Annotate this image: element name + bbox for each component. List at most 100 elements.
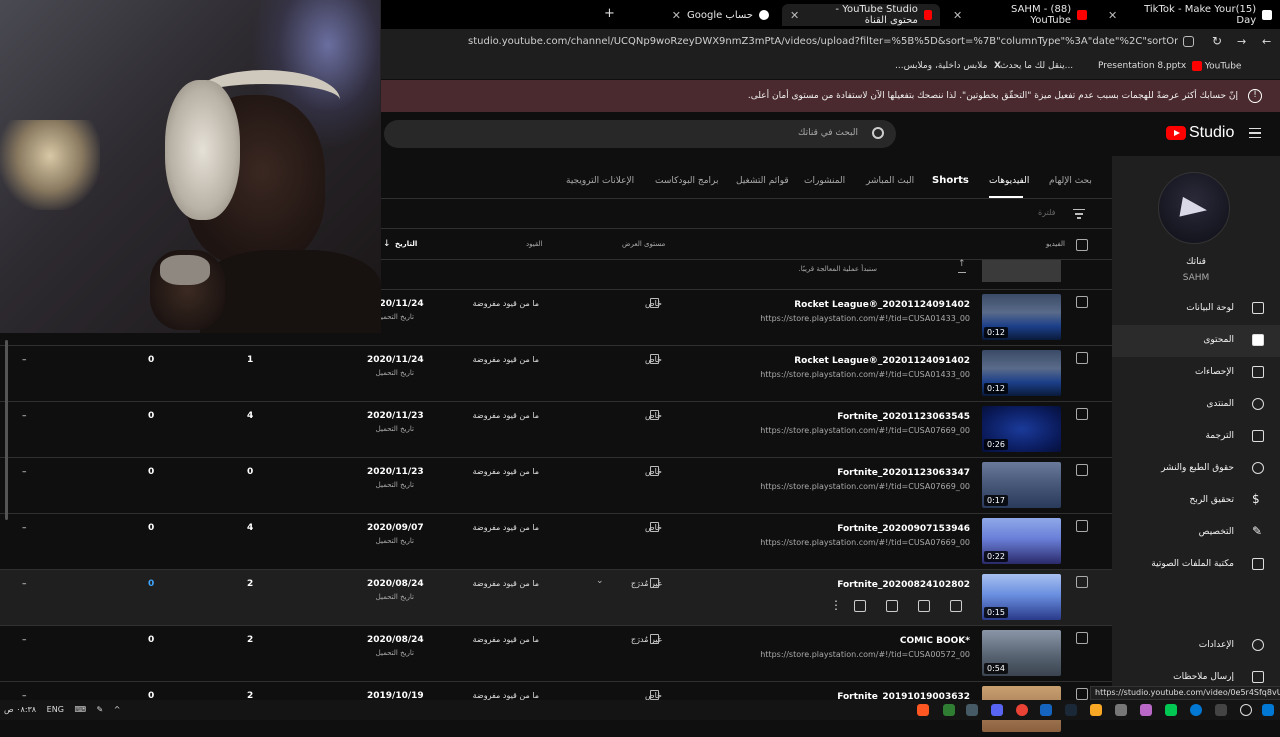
row-checkbox[interactable] xyxy=(1076,296,1088,308)
video-thumbnail[interactable]: 0:26 xyxy=(982,406,1061,452)
hamburger-menu-icon[interactable] xyxy=(1249,128,1261,138)
steam-icon[interactable] xyxy=(1065,704,1077,716)
close-icon[interactable]: ✕ xyxy=(1108,9,1117,22)
chevron-up-icon[interactable]: ^ xyxy=(114,705,121,714)
video-title[interactable]: Fortnite_20201123063545 xyxy=(837,412,970,422)
scrollbar[interactable] xyxy=(5,340,8,520)
tab-podcasts[interactable]: برامج البودكاست xyxy=(655,176,718,186)
table-row[interactable]: 0:54 COMIC BOOK* https://store.playstation… xyxy=(0,625,1112,681)
tab-inspiration[interactable]: بحث الإلهام xyxy=(1049,176,1092,186)
video-title[interactable]: Fortnite_20201123063347 xyxy=(837,468,970,478)
close-icon[interactable]: ✕ xyxy=(672,9,681,22)
row-checkbox[interactable] xyxy=(1076,352,1088,364)
sidebar-item-monetization[interactable]: $ تحقيق الربح xyxy=(1112,485,1280,517)
start-icon[interactable] xyxy=(1262,704,1274,716)
bookmark-youtube[interactable]: YouTube xyxy=(1192,61,1241,72)
sidebar-item-settings[interactable]: الإعدادات xyxy=(1112,630,1280,662)
search-icon[interactable] xyxy=(1240,704,1252,716)
row-checkbox[interactable] xyxy=(1076,688,1088,700)
video-thumbnail[interactable]: 0:54 xyxy=(982,630,1061,676)
settings-icon[interactable] xyxy=(1115,704,1127,716)
table-row[interactable]: 0:26 Fortnite_20201123063545 https://store… xyxy=(0,401,1112,457)
more-options-icon[interactable]: ⋮ xyxy=(830,599,842,612)
video-thumbnail[interactable]: 0:15 xyxy=(982,574,1061,620)
comments-icon[interactable] xyxy=(886,600,898,612)
language-indicator[interactable]: ENG xyxy=(47,705,64,714)
sidebar-item-community[interactable]: المنتدى xyxy=(1112,389,1280,421)
edit-pencil-icon[interactable] xyxy=(950,600,962,612)
tab-promotions[interactable]: الإعلانات الترويجية xyxy=(566,176,634,186)
row-checkbox[interactable] xyxy=(1076,408,1088,420)
tab-posts[interactable]: المنشورات xyxy=(804,176,845,186)
forward-icon[interactable]: → xyxy=(1237,35,1246,48)
url-field[interactable]: studio.youtube.com/channel/UCQNp9woRzeyD… xyxy=(468,36,1178,47)
sidebar-item-audio-library[interactable]: مكتبة الملفات الصوتية xyxy=(1112,549,1280,581)
video-title[interactable]: Fortnite_20200824102802 xyxy=(837,580,970,590)
row-checkbox[interactable] xyxy=(1076,576,1088,588)
sort-arrow-icon[interactable]: ↓ xyxy=(383,239,391,249)
google-chrome-icon[interactable] xyxy=(1016,704,1028,716)
row-checkbox[interactable] xyxy=(1076,464,1088,476)
whatsapp-icon[interactable] xyxy=(1165,704,1177,716)
search-input[interactable]: البحث في قناتك xyxy=(384,120,896,148)
table-row[interactable]: 0:17 Fortnite_20201123063347 https://store… xyxy=(0,457,1112,513)
bookmark-shop[interactable]: ملابس داخلية، وملابس... xyxy=(895,61,988,71)
tab-youtube[interactable]: (88) SAHM - YouTube ✕ xyxy=(945,4,1095,26)
discord-icon[interactable] xyxy=(991,704,1003,716)
clock[interactable]: ٠٨:٣٨ ص xyxy=(4,705,36,714)
column-date[interactable]: التاريخ xyxy=(395,240,417,248)
media-player-icon[interactable] xyxy=(943,704,955,716)
video-title[interactable]: Fortnite_20200907153946 xyxy=(837,524,970,534)
folder-icon[interactable] xyxy=(1090,704,1102,716)
row-checkbox[interactable] xyxy=(1076,632,1088,644)
sidebar-item-content[interactable]: المحتوى xyxy=(1112,325,1280,357)
sidebar-item-copyright[interactable]: حقوق الطبع والنشر xyxy=(1112,453,1280,485)
pen-icon[interactable]: ✎ xyxy=(97,705,104,714)
channel-avatar[interactable] xyxy=(1158,172,1230,244)
video-title[interactable]: COMIC BOOK* xyxy=(900,636,970,646)
tab-playlists[interactable]: قوائم التشغيل xyxy=(736,176,789,186)
tab-videos[interactable]: الفيديوهات xyxy=(989,176,1029,186)
video-title[interactable]: Rocket League®_20201124091402 xyxy=(794,356,970,366)
video-thumbnail[interactable]: 0:12 xyxy=(982,350,1061,396)
video-thumbnail[interactable]: 0:22 xyxy=(982,518,1061,564)
comments-count[interactable]: 0 xyxy=(148,579,154,589)
column-visibility[interactable]: مستوى العرض xyxy=(622,240,665,248)
bookmark-x-post[interactable]: ينقل لك ما يحدث... xyxy=(1000,61,1073,71)
bookmark-presentation[interactable]: Presentation 8.pptx xyxy=(1098,61,1186,71)
sidebar-item-analytics[interactable]: الإحصاءات xyxy=(1112,357,1280,389)
select-all-checkbox[interactable] xyxy=(1076,239,1088,251)
edge-icon[interactable] xyxy=(1040,704,1052,716)
sidebar-item-customization[interactable]: ✎ التخصيص xyxy=(1112,517,1280,549)
tab-tiktok[interactable]: (15)TikTok - Make Your Day ✕ xyxy=(1100,4,1280,26)
bookmark-x-icon[interactable]: X xyxy=(994,61,1001,71)
filter-icon[interactable] xyxy=(1073,209,1085,219)
task-view-icon[interactable] xyxy=(1215,704,1227,716)
table-row[interactable]: 0:22 Fortnite_20200907153946 https://store… xyxy=(0,513,1112,569)
youtube-view-icon[interactable] xyxy=(854,600,866,612)
tab-live[interactable]: البث المباشر xyxy=(866,176,914,186)
sidebar-item-dashboard[interactable]: لوحة البيانات xyxy=(1112,293,1280,325)
chevron-down-icon[interactable]: ⌄ xyxy=(596,576,604,586)
store-icon[interactable] xyxy=(1140,704,1152,716)
video-thumbnail[interactable]: 0:17 xyxy=(982,462,1061,508)
studio-logo[interactable]: Studio xyxy=(1166,124,1234,142)
keyboard-icon[interactable]: ⌨ xyxy=(74,705,86,714)
reload-icon[interactable]: ↻ xyxy=(1212,34,1222,48)
table-row[interactable]: 0:12 Rocket League®_20201124091402 https:/… xyxy=(0,345,1112,401)
filter-input[interactable]: فلترة xyxy=(1038,208,1056,217)
tab-studio[interactable]: YouTube Studio - محتوى القناة ✕ xyxy=(782,4,940,26)
browser-icon[interactable] xyxy=(1190,704,1202,716)
close-icon[interactable]: ✕ xyxy=(790,9,799,22)
video-title[interactable]: Rocket League®_20201124091402 xyxy=(794,300,970,310)
tab-google[interactable]: حساب Google ✕ xyxy=(625,4,777,26)
sidebar-item-subtitles[interactable]: الترجمة xyxy=(1112,421,1280,453)
app-icon[interactable] xyxy=(966,704,978,716)
analytics-icon[interactable] xyxy=(918,600,930,612)
close-icon[interactable]: ✕ xyxy=(953,9,962,22)
site-settings-icon[interactable] xyxy=(1183,36,1194,47)
new-tab-button[interactable]: + xyxy=(604,6,615,21)
tab-shorts[interactable]: Shorts xyxy=(932,175,969,186)
back-icon[interactable]: ← xyxy=(1262,35,1271,48)
table-row[interactable]: 0:15 Fortnite_20200824102802 غير مُدرَج ⌄ ما… xyxy=(0,569,1112,625)
